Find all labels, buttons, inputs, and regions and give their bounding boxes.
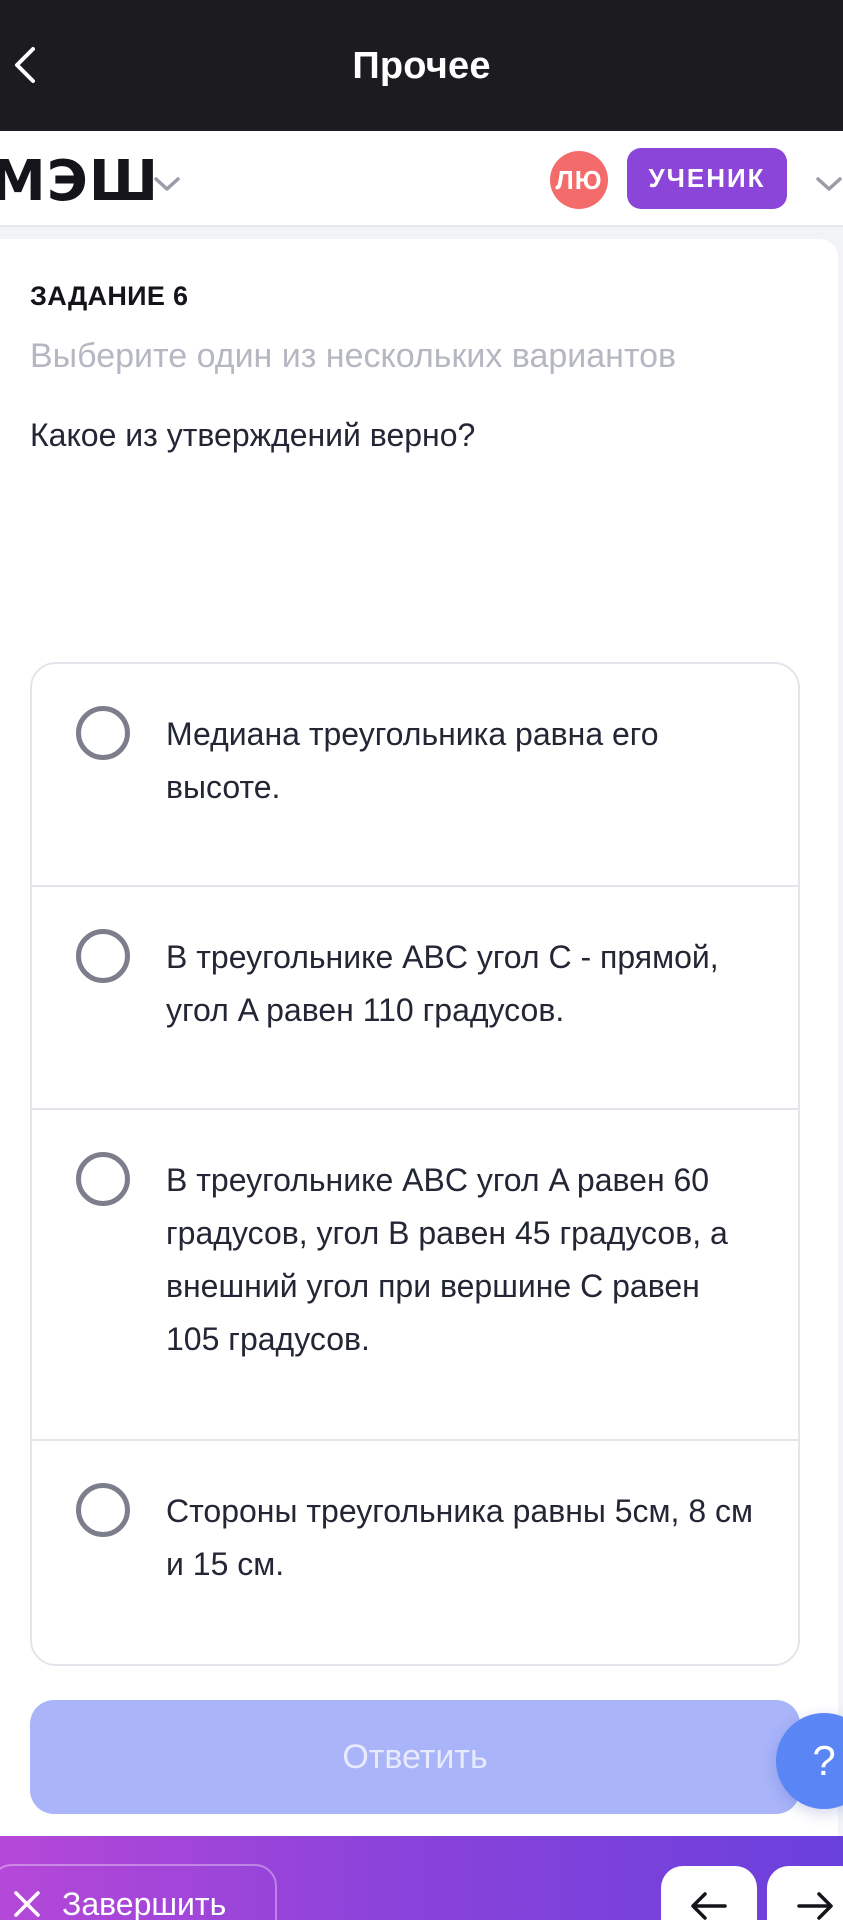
radio-button[interactable] [76,1483,130,1537]
option-text: В треугольнике ABC угол A равен 60 граду… [166,1162,728,1357]
chevron-down-icon[interactable] [812,167,843,201]
next-question-button[interactable] [767,1866,843,1920]
option-item[interactable]: В треугольнике ABC угол A равен 60 граду… [32,1110,798,1441]
options-list: Медиана треугольника равна его высоте. В… [30,662,800,1666]
close-icon [14,1891,40,1917]
option-item[interactable]: В треугольнике ABC угол C - прямой, угол… [32,887,798,1110]
chevron-left-icon [15,47,35,83]
page-title: Прочее [352,45,491,87]
back-button[interactable] [6,40,46,90]
option-item[interactable]: Стороны треугольника равны 5см, 8 см и 1… [32,1441,798,1664]
question-text: Какое из утверждений верно? [30,417,476,453]
task-number: ЗАДАНИЕ 6 [30,281,189,311]
option-item[interactable]: Медиана треугольника равна его высоте. [32,664,798,887]
answer-button[interactable]: Ответить [30,1700,800,1814]
arrow-right-icon [797,1892,833,1920]
task-hint: Выберите один из нескольких вариантов [30,337,677,375]
option-text: В треугольнике ABC угол C - прямой, угол… [166,939,719,1028]
prev-question-button[interactable] [661,1866,757,1920]
bottom-bar: Завершить [0,1836,843,1920]
radio-button[interactable] [76,929,130,983]
avatar[interactable]: ЛЮ [550,151,608,209]
role-badge[interactable]: УЧЕНИК [627,148,787,209]
option-text: Стороны треугольника равны 5см, 8 см и 1… [166,1493,754,1582]
chevron-down-icon[interactable] [150,167,184,201]
task-card: ЗАДАНИЕ 6 Выберите один из нескольких ва… [0,239,838,1839]
option-text: Медиана треугольника равна его высоте. [166,716,659,805]
radio-button[interactable] [76,1152,130,1206]
finish-label: Завершить [62,1885,227,1920]
top-bar: Прочее [0,0,843,131]
app-logo[interactable]: МЭШ [0,149,159,214]
radio-button[interactable] [76,706,130,760]
app-header: МЭШ ЛЮ УЧЕНИК [0,131,843,227]
arrow-left-icon [691,1892,727,1920]
finish-button[interactable]: Завершить [0,1864,277,1920]
